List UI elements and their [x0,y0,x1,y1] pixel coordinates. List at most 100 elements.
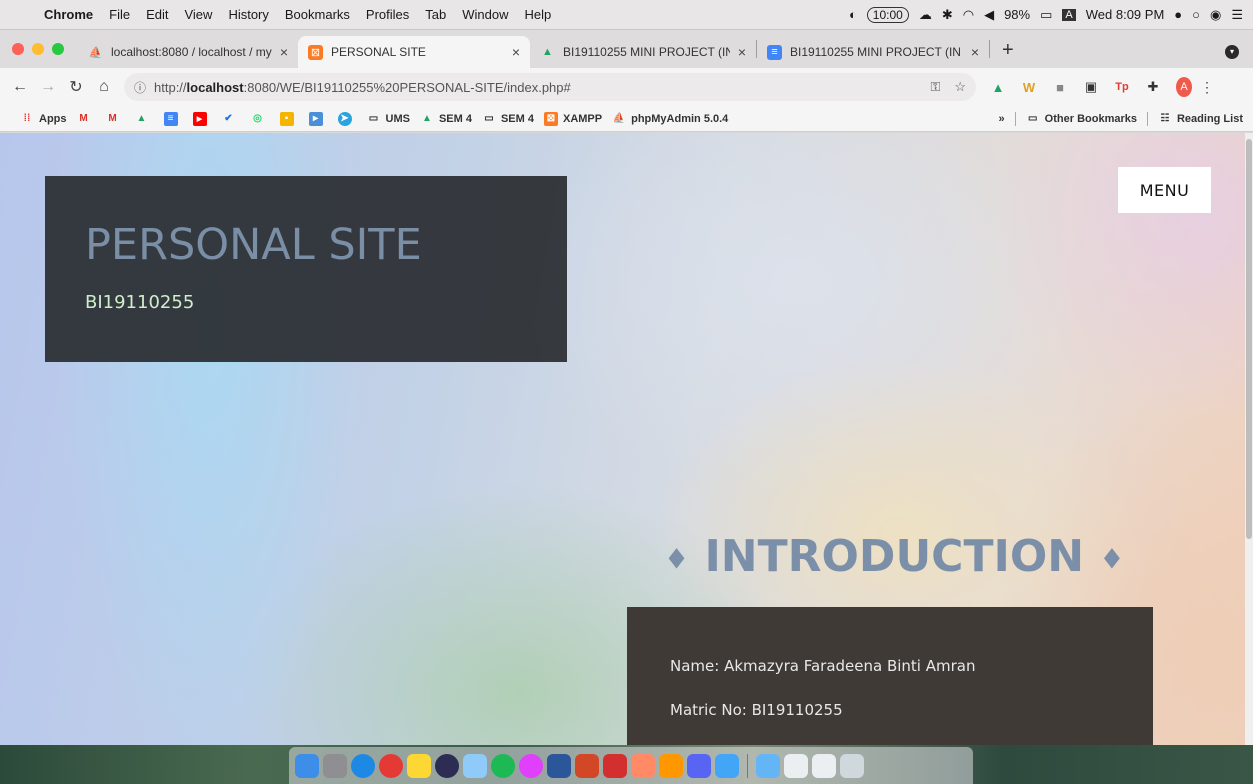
menu-window[interactable]: Window [454,7,516,22]
word-icon[interactable] [547,753,571,778]
powerpoint-icon[interactable] [575,753,599,778]
trash-icon[interactable] [840,753,864,778]
bookmark-drive[interactable]: ▲ [135,112,154,126]
menu-view[interactable]: View [176,7,220,22]
bookmark-sem4-folder[interactable]: ▭ SEM 4 [482,112,534,126]
bookmark-apps[interactable]: ⁞⁞ Apps [20,112,67,126]
downloads-folder-icon[interactable] [756,753,780,778]
menu-app-name[interactable]: Chrome [36,7,101,22]
acrobat-icon[interactable] [603,753,627,778]
user-icon[interactable]: ● [1174,7,1182,22]
siri-icon[interactable]: ◉ [1210,7,1221,23]
discord-icon[interactable] [687,753,711,778]
eclipse-icon[interactable] [435,753,459,778]
menu-button[interactable]: MENU [1118,167,1211,213]
tab-docs-project[interactable]: ≡ BI19110255 MINI PROJECT (IN × [757,36,989,68]
close-icon[interactable]: × [738,44,746,60]
back-arrow-icon[interactable]: ← [6,78,34,96]
bookmark-gmail-1[interactable]: M [77,112,96,126]
cloud-icon[interactable]: ☁ [919,7,932,23]
bookmark-docs[interactable]: ≡ [163,111,183,126]
battery-percent[interactable]: 98% [1004,7,1030,22]
close-icon[interactable]: × [280,44,288,60]
input-source-indicator[interactable]: A [1062,8,1076,21]
bookmark-ums[interactable]: ▭ UMS [367,112,410,126]
document-icon[interactable] [812,753,836,778]
archive-icon[interactable] [631,753,655,778]
notification-center-icon[interactable]: ☰ [1231,7,1243,23]
pip-extension-icon[interactable]: ▣ [1083,79,1099,95]
minimize-window-button[interactable] [32,43,44,55]
menu-help[interactable]: Help [517,7,560,22]
tp-extension-icon[interactable]: Tp [1114,81,1130,93]
app-status-icon[interactable]: ◐ [849,7,857,22]
appstore-icon[interactable] [715,753,739,778]
bookmark-meet[interactable]: ▸ [308,111,328,126]
preview-icon[interactable] [463,753,487,778]
bookmark-tasks[interactable]: ✔ [222,112,241,126]
drive-icon: ▲ [422,113,432,124]
menubar-clock[interactable]: Wed 8:09 PM [1086,7,1165,22]
bookmark-phpmyadmin[interactable]: ⛵ phpMyAdmin 5.0.4 [612,112,728,126]
tab-personal-site[interactable]: ⊠ PERSONAL SITE × [298,36,530,68]
page-subtitle: BI19110255 [85,292,195,313]
profile-avatar[interactable]: A [1176,77,1192,97]
chrome-icon[interactable] [379,753,403,778]
address-bar[interactable]: ⓘ http://localhost:8080/WE/BI19110255%20… [124,73,976,101]
spotlight-search-icon[interactable]: ○ [1192,7,1200,22]
menu-history[interactable]: History [220,7,276,22]
w-extension-icon[interactable]: W [1021,80,1037,95]
bookmark-xampp[interactable]: ⊠ XAMPP [543,111,603,126]
scrollbar[interactable] [1245,133,1253,745]
tab-drive-project[interactable]: ▲ BI19110255 MINI PROJECT (IN × [530,36,756,68]
extensions-puzzle-icon[interactable]: ✚ [1145,79,1161,95]
music-icon[interactable] [519,753,543,778]
menu-tab[interactable]: Tab [417,7,454,22]
safari-icon[interactable] [351,753,375,778]
volume-icon[interactable]: ◀ [984,7,994,23]
new-tab-button[interactable]: + [990,39,1026,68]
camera-extension-icon[interactable]: ■ [1052,80,1068,95]
spotify-icon[interactable] [491,753,515,778]
reading-list[interactable]: ☷ Reading List [1158,112,1244,126]
tab-search-icon[interactable]: ▾ [1225,45,1239,59]
menu-bookmarks[interactable]: Bookmarks [277,7,358,22]
key-icon[interactable]: ⚿ [930,79,940,95]
fullscreen-window-button[interactable] [52,43,64,55]
sublime-icon[interactable] [659,753,683,778]
diamond-icon: ♦ [1099,542,1125,576]
bookmark-youtube[interactable]: ▶ [192,111,212,126]
bookmark-star-icon[interactable]: ☆ [954,79,966,95]
menu-edit[interactable]: Edit [138,7,176,22]
bookmark-telegram[interactable]: ➤ [337,111,357,126]
more-menu-icon[interactable]: ⋮ [1200,79,1214,96]
tab-phpmyadmin[interactable]: ⛵ localhost:8080 / localhost / my × [78,36,298,68]
notes-icon[interactable] [407,753,431,778]
finder-icon[interactable] [295,753,319,778]
bookmark-gmail-2[interactable]: M [106,112,125,126]
document-icon[interactable] [784,753,808,778]
launchpad-icon[interactable] [323,753,347,778]
bookmark-classroom[interactable]: ▪ [279,111,299,126]
bookmark-sem4-drive[interactable]: ▲ SEM 4 [420,112,472,126]
menu-profiles[interactable]: Profiles [358,7,417,22]
drive-extension-icon[interactable]: ▲ [990,80,1006,95]
bookmarks-overflow-button[interactable]: » [999,113,1005,125]
close-icon[interactable]: × [512,44,520,60]
bookmark-label: XAMPP [562,112,603,125]
other-bookmarks[interactable]: ▭ Other Bookmarks [1026,112,1137,126]
wifi-icon[interactable]: ◠ [963,7,974,23]
timer-badge[interactable]: 10:00 [866,6,909,23]
close-icon[interactable]: × [971,44,979,60]
reload-icon[interactable]: ↻ [62,77,90,97]
bookmark-whatsapp[interactable]: ◎ [251,112,270,126]
forward-arrow-icon[interactable]: → [34,78,62,96]
scrollbar-thumb[interactable] [1246,139,1252,539]
site-info-icon[interactable]: ⓘ [134,79,146,96]
status-area: ◐ 10:00 ☁ ✱ ◠ ◀ 98% ▭ A Wed 8:09 PM ● ○ … [849,6,1253,23]
home-icon[interactable]: ⌂ [90,78,118,96]
menu-file[interactable]: File [101,7,138,22]
battery-icon[interactable]: ▭ [1040,7,1052,23]
close-window-button[interactable] [12,43,24,55]
bluetooth-icon[interactable]: ✱ [942,7,953,23]
